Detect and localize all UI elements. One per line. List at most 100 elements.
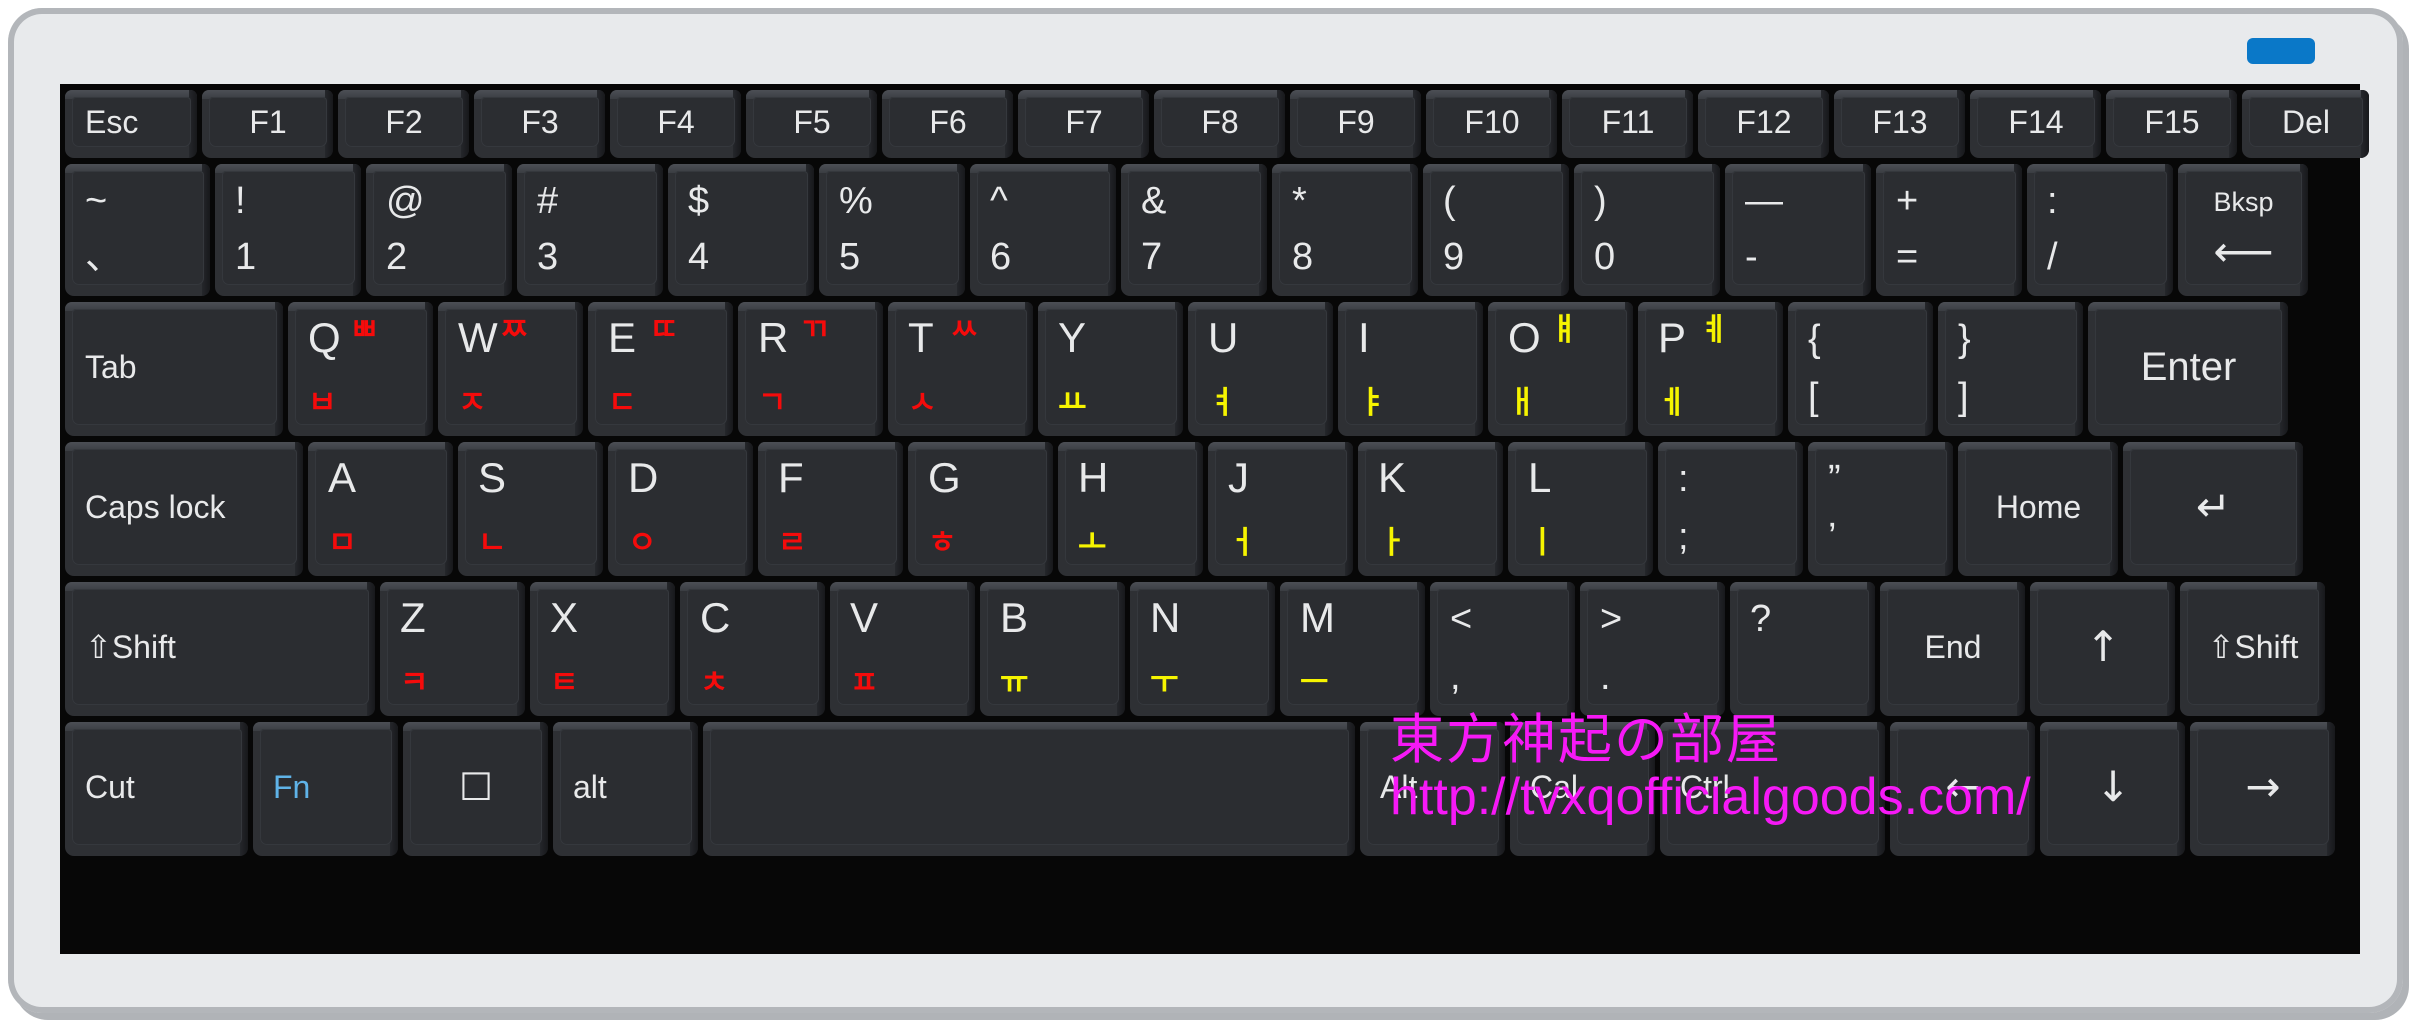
key-caps-lock[interactable]: Caps lock [65, 442, 303, 576]
key-p[interactable]: P ㅖ ㅔ [1638, 302, 1783, 436]
key-9[interactable]: ( 9 [1423, 164, 1569, 296]
key-3[interactable]: # 3 [517, 164, 663, 296]
key-f11[interactable]: F11 [1562, 90, 1693, 158]
key-w[interactable]: W ㅉ ㅈ [438, 302, 583, 436]
key-f15[interactable]: F15 [2106, 90, 2237, 158]
key-shift-legend: ~ [85, 180, 108, 222]
key-7[interactable]: & 7 [1121, 164, 1267, 296]
key-fn[interactable]: Fn [253, 722, 398, 856]
key-colon-slash[interactable]: : / [2027, 164, 2173, 296]
key-f3[interactable]: F3 [474, 90, 605, 158]
key-square[interactable]: ☐ [403, 722, 548, 856]
key-6[interactable]: ^ 6 [970, 164, 1116, 296]
key-del[interactable]: Del [2242, 90, 2369, 158]
key-b[interactable]: B ㅠ [980, 582, 1125, 716]
key-enter[interactable]: Enter [2088, 302, 2288, 436]
key-esc[interactable]: Esc [65, 90, 197, 158]
key-2[interactable]: @ 2 [366, 164, 512, 296]
key-f10[interactable]: F10 [1426, 90, 1557, 158]
key-alt-left[interactable]: alt [553, 722, 698, 856]
key-i[interactable]: I ㅑ [1338, 302, 1483, 436]
key-label: F2 [385, 104, 423, 140]
key-g[interactable]: G ㅎ [908, 442, 1053, 576]
key-v[interactable]: V ㅍ [830, 582, 975, 716]
key-f8[interactable]: F8 [1154, 90, 1285, 158]
key-l[interactable]: L ㅣ [1508, 442, 1653, 576]
key-shift-legend: { [1808, 318, 1821, 360]
key-f6[interactable]: F6 [882, 90, 1013, 158]
key-bracket-left[interactable]: { [ [1788, 302, 1933, 436]
key-base-legend: ] [1958, 376, 1969, 418]
key-e[interactable]: E ㄸ ㄷ [588, 302, 733, 436]
key-equal[interactable]: + = [1876, 164, 2022, 296]
key-tab[interactable]: Tab [65, 302, 283, 436]
backspace-arrow-icon: ⟵ [2213, 227, 2274, 276]
key-8[interactable]: * 8 [1272, 164, 1418, 296]
key-f5[interactable]: F5 [746, 90, 877, 158]
key-u[interactable]: U ㅕ [1188, 302, 1333, 436]
key-a[interactable]: A ㅁ [308, 442, 453, 576]
key-minus[interactable]: — - [1725, 164, 1871, 296]
key-cut[interactable]: Cut [65, 722, 248, 856]
key-label: ⇧Shift [2207, 629, 2299, 665]
key-f1[interactable]: F1 [202, 90, 333, 158]
key-grave[interactable]: ~ 、 [65, 164, 210, 296]
key-end[interactable]: End [1880, 582, 2025, 716]
key-bracket-right[interactable]: } ] [1938, 302, 2083, 436]
key-alt-right[interactable]: Alt [1360, 722, 1505, 856]
key-f9[interactable]: F9 [1290, 90, 1421, 158]
key-r[interactable]: R ㄲ ㄱ [738, 302, 883, 436]
key-q[interactable]: Q ㅃ ㅂ [288, 302, 433, 436]
key-shift-right[interactable]: ⇧Shift [2180, 582, 2325, 716]
key-m[interactable]: M ㅡ [1280, 582, 1425, 716]
key-4[interactable]: $ 4 [668, 164, 814, 296]
key-arrow-left[interactable]: ← [1890, 722, 2035, 856]
key-z[interactable]: Z ㅋ [380, 582, 525, 716]
key-t[interactable]: T ㅆ ㅅ [888, 302, 1033, 436]
key-comma[interactable]: < , [1430, 582, 1575, 716]
key-slash[interactable]: ? [1730, 582, 1875, 716]
key-h[interactable]: H ㅗ [1058, 442, 1203, 576]
key-f2[interactable]: F2 [338, 90, 469, 158]
key-j[interactable]: J ㅓ [1208, 442, 1353, 576]
key-jamo-legend: ㅏ [1378, 525, 1407, 561]
key-f13[interactable]: F13 [1834, 90, 1965, 158]
key-f12[interactable]: F12 [1698, 90, 1829, 158]
key-s[interactable]: S ㄴ [458, 442, 603, 576]
key-label: Esc [85, 104, 139, 140]
key-y[interactable]: Y ㅛ [1038, 302, 1183, 436]
key-return[interactable]: ↵ [2123, 442, 2303, 576]
key-c[interactable]: C ㅊ [680, 582, 825, 716]
key-home[interactable]: Home [1958, 442, 2118, 576]
key-f14[interactable]: F14 [1970, 90, 2101, 158]
key-o[interactable]: O ㅒ ㅐ [1488, 302, 1633, 436]
key-semicolon[interactable]: : ; [1658, 442, 1803, 576]
key-alpha-legend: F [778, 454, 804, 501]
key-arrow-down[interactable]: ↓ [2040, 722, 2185, 856]
key-f[interactable]: F ㄹ [758, 442, 903, 576]
key-n[interactable]: N ㅜ [1130, 582, 1275, 716]
key-k[interactable]: K ㅏ [1358, 442, 1503, 576]
key-5[interactable]: % 5 [819, 164, 965, 296]
key-ctrl[interactable]: Ctrl [1660, 722, 1885, 856]
key-cal[interactable]: Cal [1510, 722, 1655, 856]
key-jamo-legend: ㅔ [1658, 385, 1687, 421]
key-label: F10 [1464, 104, 1520, 140]
key-f7[interactable]: F7 [1018, 90, 1149, 158]
key-alpha-legend: K [1378, 454, 1407, 501]
key-d[interactable]: D ㅇ [608, 442, 753, 576]
key-x[interactable]: X ㅌ [530, 582, 675, 716]
key-backspace[interactable]: Bksp ⟵ [2178, 164, 2308, 296]
key-f4[interactable]: F4 [610, 90, 741, 158]
key-alpha-legend: A [328, 454, 357, 501]
key-arrow-right[interactable]: → [2190, 722, 2335, 856]
shift-key-row: ⇧Shift Z ㅋ X ㅌ C ㅊ V ㅍ B ㅠ N ㅜ M ㅡ < , >… [65, 582, 2355, 716]
key-shift-left[interactable]: ⇧Shift [65, 582, 375, 716]
key-space[interactable] [703, 722, 1355, 856]
key-1[interactable]: ! 1 [215, 164, 361, 296]
key-0[interactable]: ) 0 [1574, 164, 1720, 296]
key-quote[interactable]: ” ’ [1808, 442, 1953, 576]
key-arrow-up[interactable]: ↑ [2030, 582, 2175, 716]
key-period[interactable]: > . [1580, 582, 1725, 716]
key-jamo-legend: ㅓ [1228, 525, 1257, 561]
